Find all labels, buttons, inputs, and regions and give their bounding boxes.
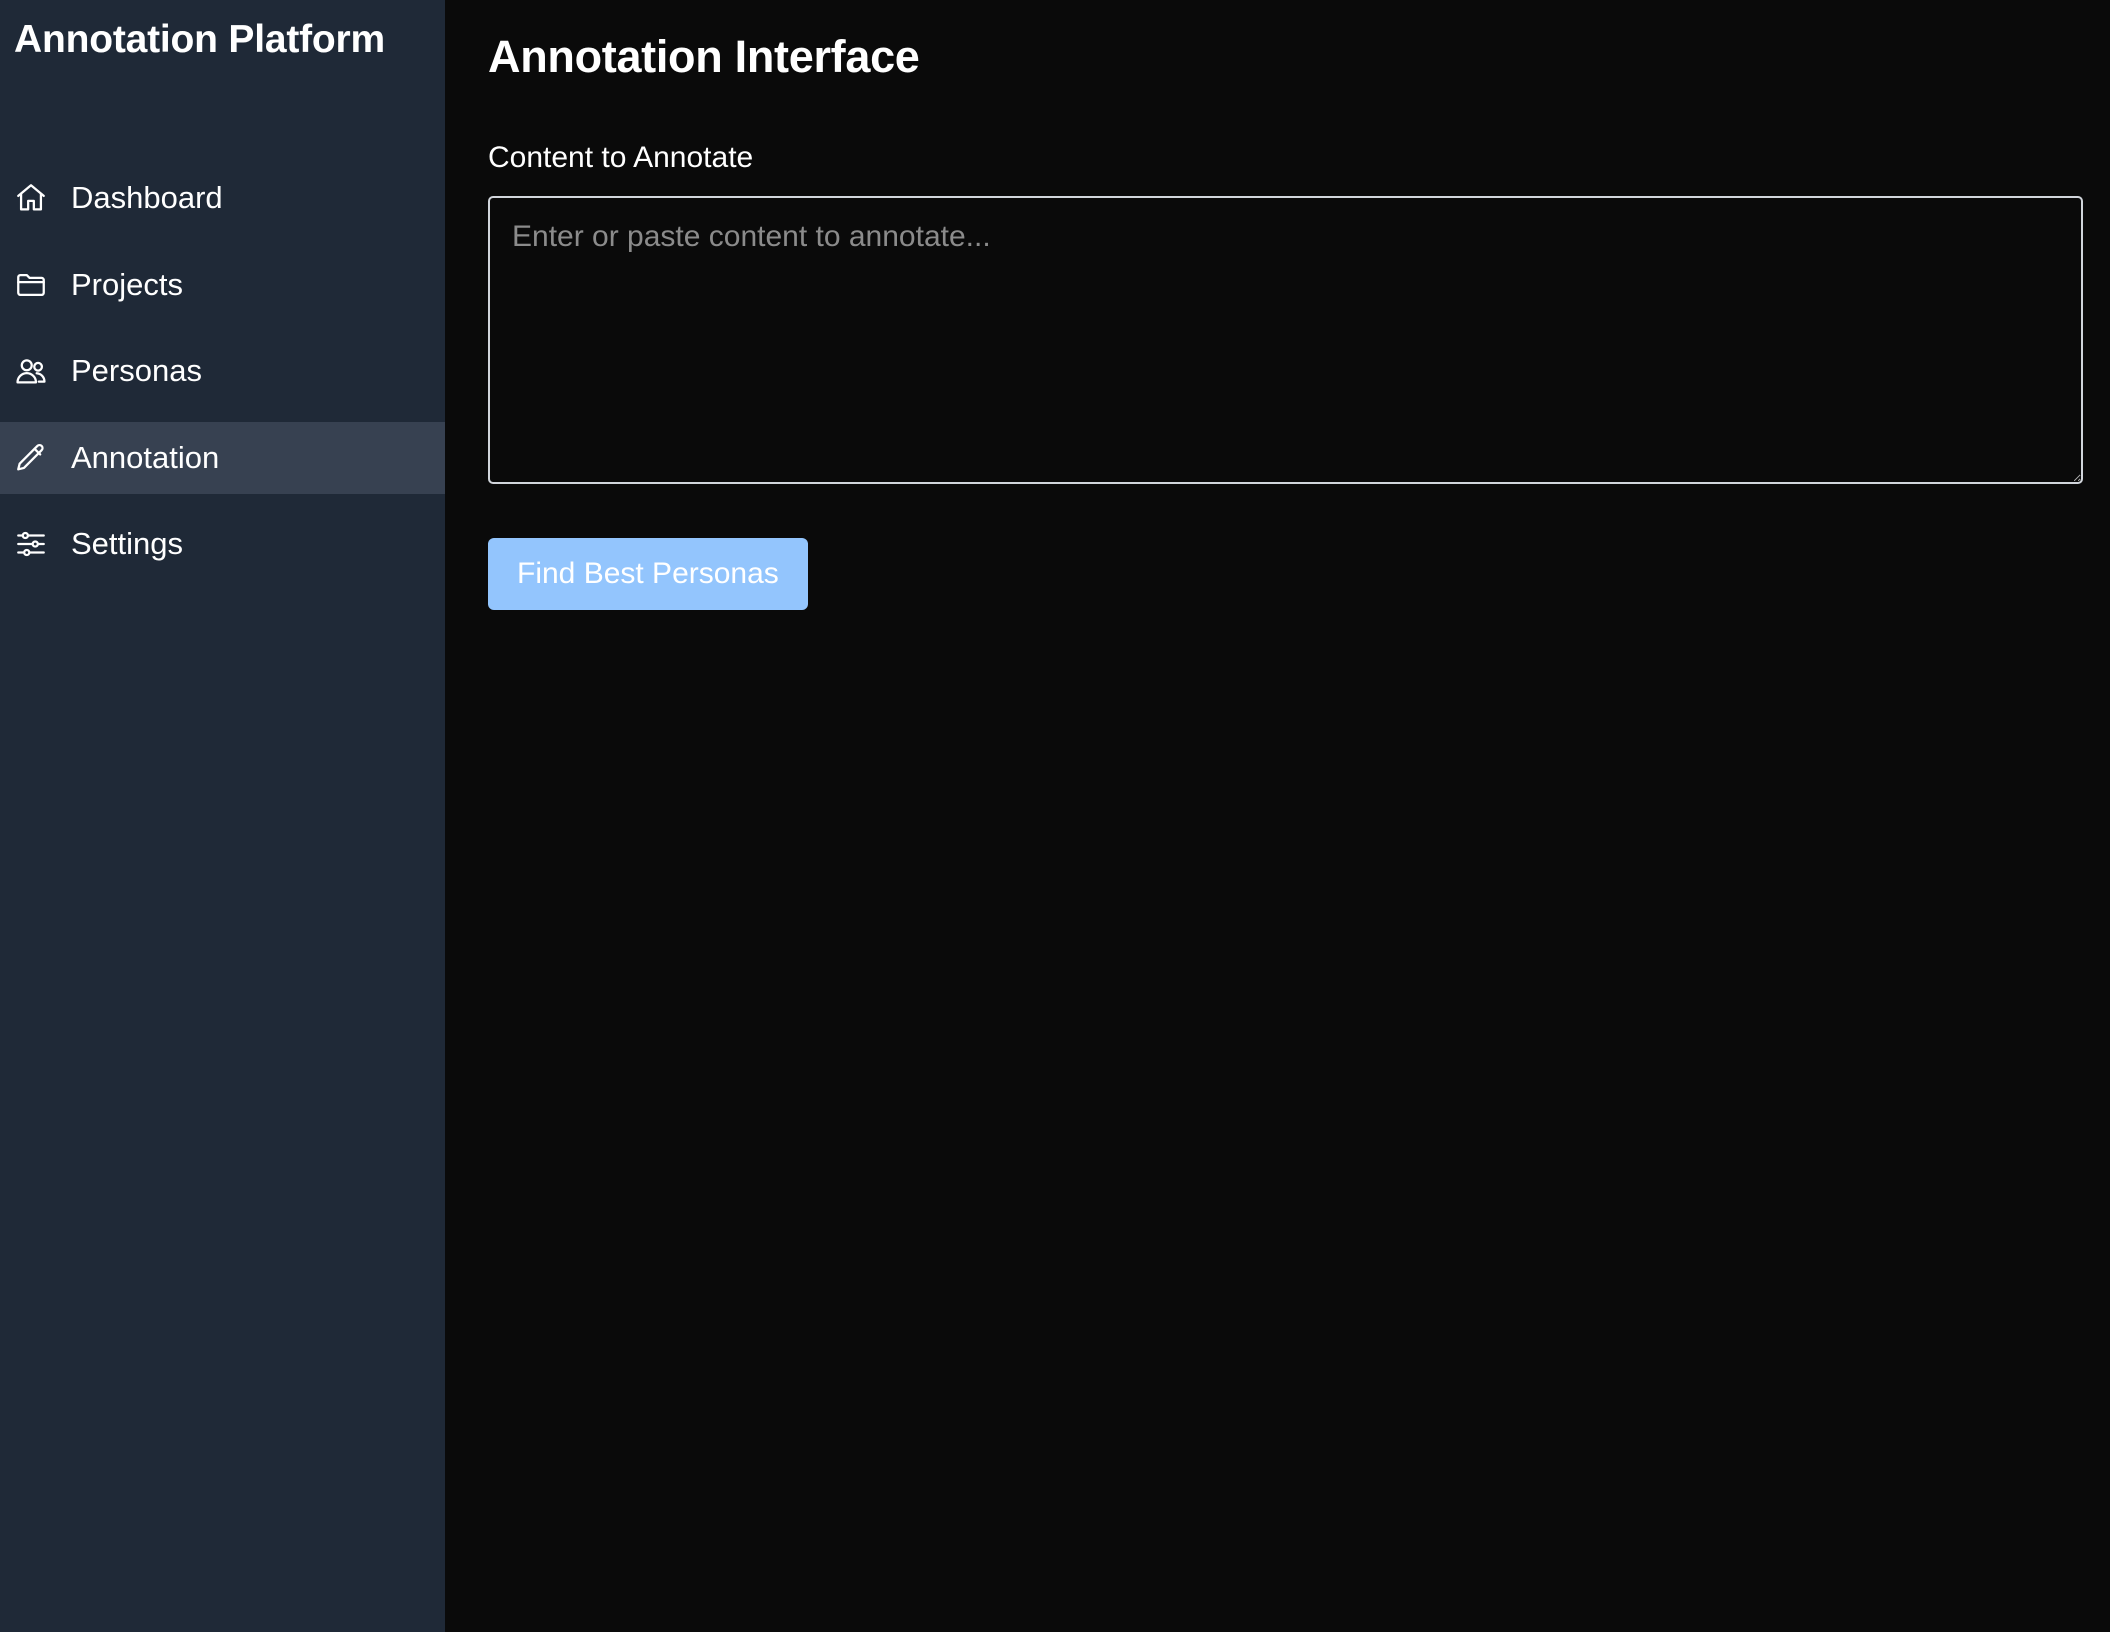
pencil-icon: [14, 441, 48, 475]
sidebar-item-label: Projects: [71, 266, 183, 302]
users-icon: [14, 354, 48, 388]
sidebar-item-label: Dashboard: [71, 180, 223, 215]
sidebar-item-personas[interactable]: Personas: [0, 335, 445, 407]
home-icon: [14, 181, 48, 215]
sidebar-item-label: Settings: [71, 526, 184, 561]
sidebar-item-label: Annotation: [71, 439, 220, 475]
sidebar-item-settings[interactable]: Settings: [0, 508, 445, 580]
app-title: Annotation Platform: [14, 18, 386, 61]
main-content: Annotation Interface Content to Annotate…: [445, 0, 2110, 1632]
content-textarea[interactable]: [488, 196, 2083, 484]
find-best-personas-button[interactable]: Find Best Personas: [488, 538, 808, 610]
folder-icon: [14, 268, 48, 302]
sidebar-item-label: Personas: [71, 353, 202, 388]
sliders-icon: [14, 527, 48, 561]
sidebar: Annotation Platform Dashboard Projects P…: [0, 0, 445, 1632]
sidebar-item-projects[interactable]: Projects: [0, 249, 445, 321]
sidebar-item-dashboard[interactable]: Dashboard: [0, 162, 445, 234]
app-root: Annotation Platform Dashboard Projects P…: [0, 0, 2110, 1632]
sidebar-item-annotation[interactable]: Annotation: [0, 421, 445, 494]
page-title: Annotation Interface: [488, 31, 920, 82]
content-label: Content to Annotate: [488, 141, 754, 174]
sidebar-nav: Dashboard Projects Personas Annotation S…: [0, 162, 445, 580]
